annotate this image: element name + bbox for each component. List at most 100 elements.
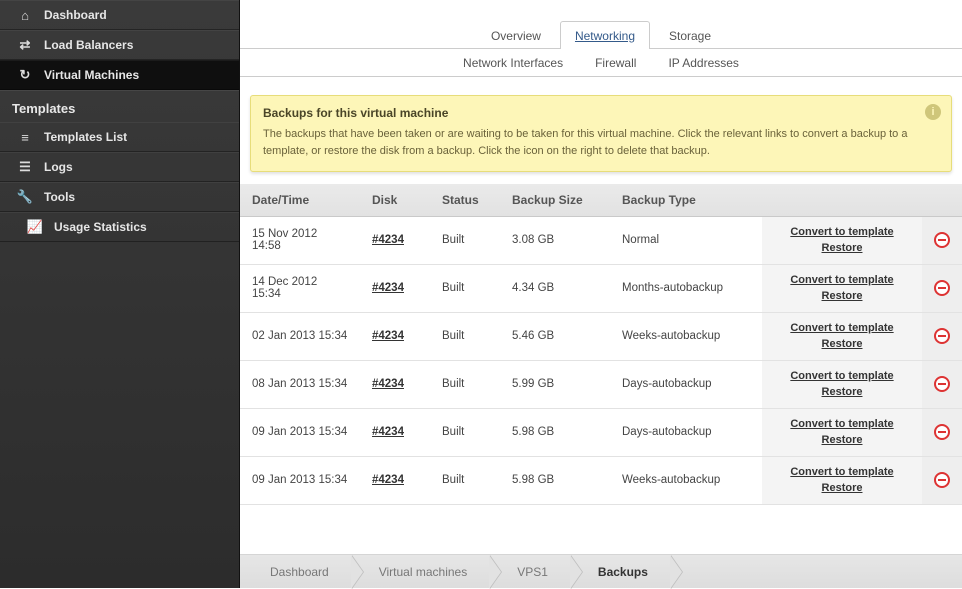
col-header	[922, 184, 962, 216]
col-header: Backup Size	[500, 184, 610, 216]
cell-type: Days-autobackup	[610, 408, 762, 456]
cell-size: 4.34 GB	[500, 264, 610, 312]
cell-disk: #4234	[360, 312, 430, 360]
sidebar-item-tools[interactable]: 🔧Tools	[0, 182, 239, 212]
sidebar-item-label: Templates List	[44, 130, 127, 144]
restore-link[interactable]: Restore	[774, 384, 910, 401]
tab-storage[interactable]: Storage	[654, 21, 726, 49]
cell-delete	[922, 456, 962, 504]
sidebar-item-virtual-machines[interactable]: ↻ Virtual Machines	[0, 60, 239, 90]
cell-disk: #4234	[360, 264, 430, 312]
sidebar-item-templates-list[interactable]: ≡ Templates List	[0, 122, 239, 152]
cell-disk: #4234	[360, 456, 430, 504]
sidebar-item-dashboard[interactable]: ⌂ Dashboard	[0, 0, 239, 30]
home-icon: ⌂	[16, 6, 34, 24]
convert-link[interactable]: Convert to template	[774, 224, 910, 241]
sidebar-item-usage-statistics[interactable]: 📈Usage Statistics	[0, 212, 239, 242]
restore-link[interactable]: Restore	[774, 240, 910, 257]
disk-link[interactable]: #4234	[372, 474, 404, 486]
list-icon: ≡	[16, 128, 34, 146]
convert-link[interactable]: Convert to template	[774, 464, 910, 481]
wrench-icon: 🔧	[16, 188, 34, 206]
table-row: 08 Jan 2013 15:34#4234Built5.99 GBDays-a…	[240, 360, 962, 408]
disk-link[interactable]: #4234	[372, 282, 404, 294]
main: Overview Networking Storage Network Interf…	[240, 0, 962, 588]
table-row: 14 Dec 2012 15:34#4234Built4.34 GBMonths…	[240, 264, 962, 312]
breadcrumb-dashboard[interactable]: Dashboard	[240, 555, 351, 588]
cell-datetime: 08 Jan 2013 15:34	[240, 360, 360, 408]
disk-link[interactable]: #4234	[372, 234, 404, 246]
disk-link[interactable]: #4234	[372, 330, 404, 342]
notice-banner: Backups for this virtual machine The bac…	[250, 95, 952, 172]
table-header-row: Date/TimeDiskStatusBackup SizeBackup Typ…	[240, 184, 962, 216]
delete-icon[interactable]	[934, 232, 950, 248]
cell-disk: #4234	[360, 408, 430, 456]
tab-firewall[interactable]: Firewall	[581, 49, 650, 76]
cell-size: 5.98 GB	[500, 456, 610, 504]
restore-link[interactable]: Restore	[774, 480, 910, 497]
convert-link[interactable]: Convert to template	[774, 272, 910, 289]
convert-link[interactable]: Convert to template	[774, 368, 910, 385]
tab-network-interfaces[interactable]: Network Interfaces	[449, 49, 577, 76]
cell-size: 5.99 GB	[500, 360, 610, 408]
primary-tabs: Overview Networking Storage	[240, 20, 962, 49]
table-row: 15 Nov 2012 14:58#4234Built3.08 GBNormal…	[240, 216, 962, 264]
delete-icon[interactable]	[934, 472, 950, 488]
sidebar-heading: Templates	[0, 90, 239, 122]
refresh-icon: ↻	[16, 66, 34, 84]
cell-status: Built	[430, 456, 500, 504]
cell-size: 3.08 GB	[500, 216, 610, 264]
table-row: 09 Jan 2013 15:34#4234Built5.98 GBDays-a…	[240, 408, 962, 456]
convert-link[interactable]: Convert to template	[774, 320, 910, 337]
cell-disk: #4234	[360, 360, 430, 408]
tab-link[interactable]: Networking	[575, 29, 635, 43]
sidebar-item-label: Usage Statistics	[54, 220, 147, 234]
breadcrumb: DashboardVirtual machinesVPS1Backups	[240, 554, 962, 588]
backups-table: Date/TimeDiskStatusBackup SizeBackup Typ…	[240, 184, 962, 505]
cell-actions: Convert to templateRestore	[762, 360, 922, 408]
col-header: Status	[430, 184, 500, 216]
cell-delete	[922, 408, 962, 456]
convert-link[interactable]: Convert to template	[774, 416, 910, 433]
table-row: 02 Jan 2013 15:34#4234Built5.46 GBWeeks-…	[240, 312, 962, 360]
cell-delete	[922, 216, 962, 264]
delete-icon[interactable]	[934, 280, 950, 296]
tab-ip-addresses[interactable]: IP Addresses	[654, 49, 753, 76]
sidebar-item-label: Virtual Machines	[44, 68, 139, 82]
disk-link[interactable]: #4234	[372, 378, 404, 390]
disk-link[interactable]: #4234	[372, 426, 404, 438]
cell-status: Built	[430, 264, 500, 312]
cell-size: 5.98 GB	[500, 408, 610, 456]
delete-icon[interactable]	[934, 424, 950, 440]
sidebar-item-load-balancers[interactable]: ⇄Load Balancers	[0, 30, 239, 60]
breadcrumb-backups[interactable]: Backups	[570, 555, 670, 588]
sidebar-item-label: Logs	[44, 160, 73, 174]
cell-status: Built	[430, 360, 500, 408]
logs-icon: ☰	[16, 158, 34, 176]
sidebar-item-logs[interactable]: ☰ Logs	[0, 152, 239, 182]
cell-delete	[922, 264, 962, 312]
cell-status: Built	[430, 216, 500, 264]
delete-icon[interactable]	[934, 328, 950, 344]
cell-datetime: 15 Nov 2012 14:58	[240, 216, 360, 264]
delete-icon[interactable]	[934, 376, 950, 392]
tab-overview[interactable]: Overview	[476, 21, 556, 49]
cell-type: Weeks-autobackup	[610, 312, 762, 360]
col-header: Disk	[360, 184, 430, 216]
sidebar-item-label: Load Balancers	[44, 38, 133, 52]
breadcrumb-virtual-machines[interactable]: Virtual machines	[351, 555, 490, 588]
restore-link[interactable]: Restore	[774, 288, 910, 305]
cell-datetime: 09 Jan 2013 15:34	[240, 456, 360, 504]
restore-link[interactable]: Restore	[774, 432, 910, 449]
col-header: Backup Type	[610, 184, 762, 216]
sidebar: ⌂ Dashboard ⇄Load Balancers ↻ Virtual Machin…	[0, 0, 240, 588]
cell-disk: #4234	[360, 216, 430, 264]
sidebar-item-label: Dashboard	[44, 8, 107, 22]
restore-link[interactable]: Restore	[774, 336, 910, 353]
cell-datetime: 14 Dec 2012 15:34	[240, 264, 360, 312]
tab-networking[interactable]: Networking	[560, 21, 650, 49]
col-header: Date/Time	[240, 184, 360, 216]
cell-datetime: 02 Jan 2013 15:34	[240, 312, 360, 360]
cell-status: Built	[430, 408, 500, 456]
cell-actions: Convert to templateRestore	[762, 264, 922, 312]
